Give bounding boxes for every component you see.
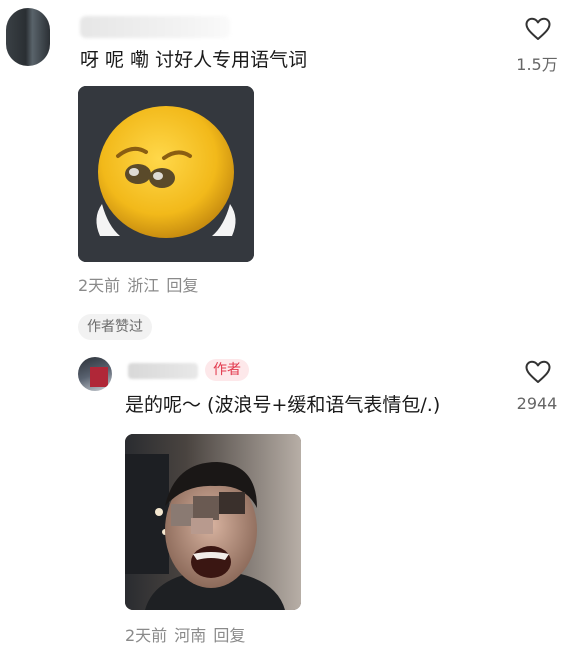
laughing-man-photo	[125, 434, 301, 610]
reply-time: 2天前	[125, 626, 168, 645]
like-button[interactable]	[525, 17, 551, 41]
comment-location: 浙江	[127, 276, 160, 295]
heart-icon	[525, 17, 551, 40]
reply-like-count: 2944	[516, 394, 558, 413]
reply-avatar[interactable]	[78, 357, 112, 391]
crying-emoji-image	[78, 86, 254, 262]
reply-location: 河南	[174, 626, 207, 645]
reply-meta: 2天前 河南 回复	[125, 622, 245, 646]
reply-reply-button[interactable]: 回复	[213, 626, 245, 645]
username-blurred[interactable]	[80, 16, 230, 38]
comment-meta: 2天前 浙江 回复	[78, 272, 198, 296]
avatar-mosaic	[90, 367, 108, 387]
comment-text: 呀 呢 嘞 讨好人专用语气词	[80, 49, 308, 71]
comment-time: 2天前	[78, 276, 121, 295]
author-liked-tag: 作者赞过	[78, 314, 152, 340]
author-badge: 作者	[205, 359, 249, 381]
reply-text: 是的呢～ (波浪号+缓和语气表情包/.)	[125, 394, 441, 416]
heart-icon	[525, 360, 551, 383]
reply-button[interactable]: 回复	[166, 276, 198, 295]
reply-username-blurred[interactable]	[128, 363, 198, 379]
comment-image[interactable]	[78, 86, 254, 262]
reply-like-button[interactable]	[525, 360, 551, 384]
avatar[interactable]	[6, 8, 50, 66]
reply-image[interactable]	[125, 434, 301, 610]
like-count: 1.5万	[516, 55, 558, 74]
